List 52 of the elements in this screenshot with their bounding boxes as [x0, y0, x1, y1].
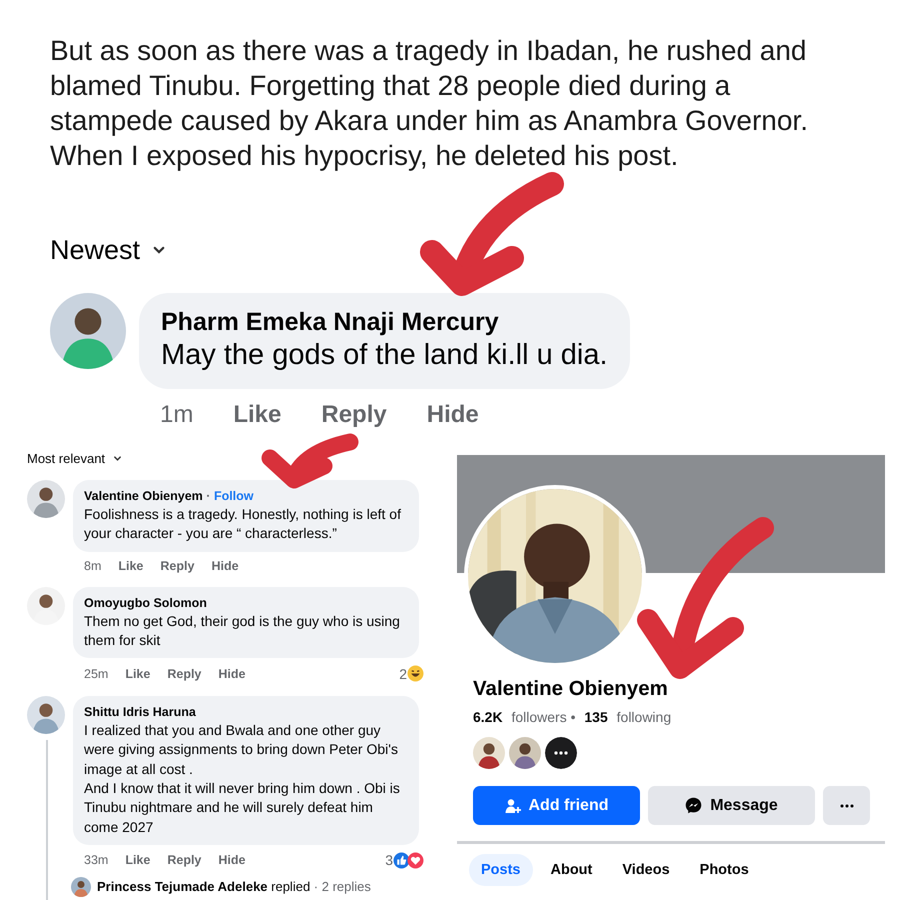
avatar[interactable]: [27, 696, 65, 734]
comment-author[interactable]: Omoyugbo Solomon: [84, 594, 407, 612]
comment-action[interactable]: Reply: [167, 666, 202, 681]
message-button[interactable]: Message: [648, 786, 815, 825]
comment-action[interactable]: Hide: [211, 558, 239, 573]
follow-link[interactable]: Follow: [214, 489, 254, 503]
avatar[interactable]: [509, 737, 541, 769]
comment-action[interactable]: Like: [118, 558, 144, 573]
comment-action[interactable]: Hide: [218, 666, 246, 681]
chevron-down-icon[interactable]: [113, 454, 122, 462]
comment-text: Foolishness is a tragedy. Honestly, nothing is left of your character - you are “ characterless.”: [84, 505, 402, 544]
post-text: But as soon as there was a tragedy in Ibadan, he rushed and blamed Tinubu. Forgetting that 28 people died during a stampede caused by Akara under him as Anambra Governor. When I exposed his hypocrisy, he deleted his post.: [50, 34, 809, 173]
comment-action[interactable]: Like: [125, 853, 150, 868]
comment-action[interactable]: Hide: [218, 853, 246, 868]
comment-text: I realized that you and Bwala and one other guy were giving assignments to bring down Peter Obi's image at all cost . And I know that it will never bring him down . Obi is Tinubu nightmare and he will surely defeat him come 2027: [84, 721, 401, 837]
profile-tab[interactable]: Photos: [688, 854, 761, 886]
avatar[interactable]: [71, 876, 91, 897]
messenger-icon: [685, 797, 702, 814]
follower-stats: 6.2K followers • 135 following: [473, 709, 672, 725]
comment-action[interactable]: Hide: [426, 401, 479, 429]
sort-label[interactable]: Most relevant: [27, 450, 106, 466]
add-friend-button[interactable]: Add friend: [473, 786, 640, 825]
avatar[interactable]: [473, 737, 505, 769]
comment-time: 25m: [84, 666, 108, 681]
thumbs-up-icon: [393, 852, 410, 869]
comment-text: May the gods of the land ki.ll u dia.: [161, 338, 608, 373]
comment-author[interactable]: Shittu Idris Haruna: [84, 703, 407, 722]
more-icon[interactable]: [545, 737, 577, 769]
profile-tab[interactable]: About: [538, 854, 604, 886]
add-person-icon: [504, 798, 520, 814]
comment-text: Them no get God, their god is the guy who is using them for skit: [84, 612, 401, 650]
comment-time: 1m: [160, 401, 194, 429]
avatar[interactable]: [27, 480, 65, 518]
profile-name: Valentine Obienyem: [473, 677, 669, 701]
comment-action[interactable]: Like: [233, 401, 282, 429]
sort-label[interactable]: Newest: [50, 234, 140, 266]
laughing-emoji-icon: [407, 665, 424, 682]
comment-time: 8m: [84, 558, 102, 573]
comment-author[interactable]: Pharm Emeka Nnaji Mercury: [161, 307, 608, 337]
comment-action[interactable]: Reply: [321, 401, 387, 429]
profile-tab[interactable]: Posts: [469, 854, 532, 886]
comment-author[interactable]: Valentine Obienyem: [84, 489, 203, 503]
reaction-count: 2: [399, 666, 407, 682]
separator-dot: ·: [206, 489, 210, 503]
reaction-count: 3: [385, 852, 393, 868]
replies-summary[interactable]: Princess Tejumade Adeleke replied · 2 replies: [97, 879, 371, 894]
more-icon: [840, 804, 854, 808]
profile-tab[interactable]: Videos: [610, 854, 682, 886]
comment-action[interactable]: Like: [125, 666, 150, 681]
comment-time: 33m: [84, 853, 108, 868]
comment-action[interactable]: Reply: [167, 853, 202, 868]
comment-action[interactable]: Reply: [160, 558, 194, 573]
